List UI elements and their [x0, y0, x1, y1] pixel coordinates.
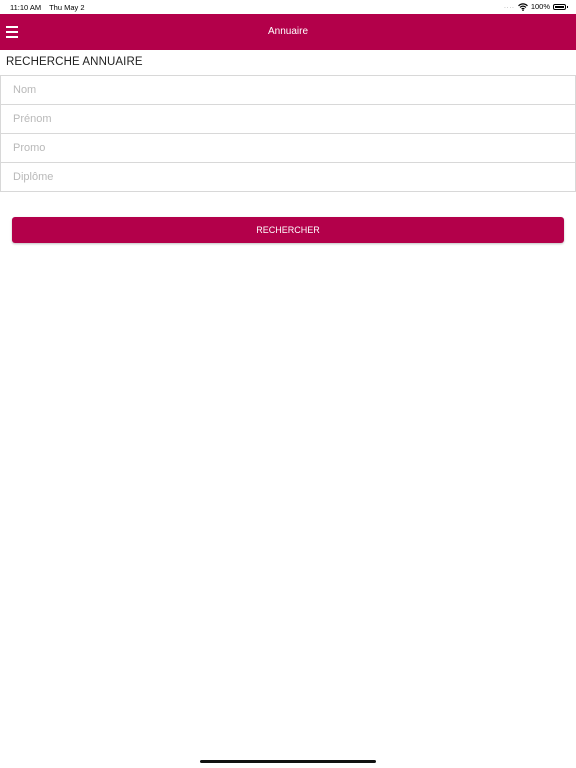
status-right: .... 100%	[504, 2, 568, 11]
nom-placeholder: Nom	[13, 84, 37, 96]
battery-percent: 100%	[530, 2, 550, 11]
top-navbar: Annuaire	[0, 14, 576, 50]
diplome-placeholder: Diplôme	[13, 171, 54, 183]
promo-field[interactable]: Promo	[0, 133, 576, 163]
status-time: 11:10 AM	[10, 3, 42, 12]
status-left: 11:10 AM Thu May 2	[10, 3, 91, 12]
promo-placeholder: Promo	[13, 142, 46, 154]
prenom-field[interactable]: Prénom	[0, 104, 576, 134]
wifi-icon	[517, 2, 528, 11]
nav-title: Annuaire	[267, 26, 309, 37]
battery-icon	[553, 3, 568, 10]
prenom-placeholder: Prénom	[13, 113, 52, 125]
battery-fill	[555, 5, 564, 8]
hamburger-menu-icon[interactable]	[6, 25, 18, 39]
search-button[interactable]: RECHERCHER	[12, 217, 564, 243]
search-form: Nom Prénom Promo Diplôme	[0, 75, 576, 192]
page-title: RECHERCHE ANNUAIRE	[6, 56, 143, 68]
home-indicator[interactable]	[200, 760, 376, 763]
nom-field[interactable]: Nom	[0, 75, 576, 105]
diplome-field[interactable]: Diplôme	[0, 162, 576, 192]
signal-indicator: ....	[504, 3, 515, 10]
status-bar: 11:10 AM Thu May 2 .... 100%	[0, 0, 576, 14]
status-date: Thu May 2	[49, 3, 85, 12]
